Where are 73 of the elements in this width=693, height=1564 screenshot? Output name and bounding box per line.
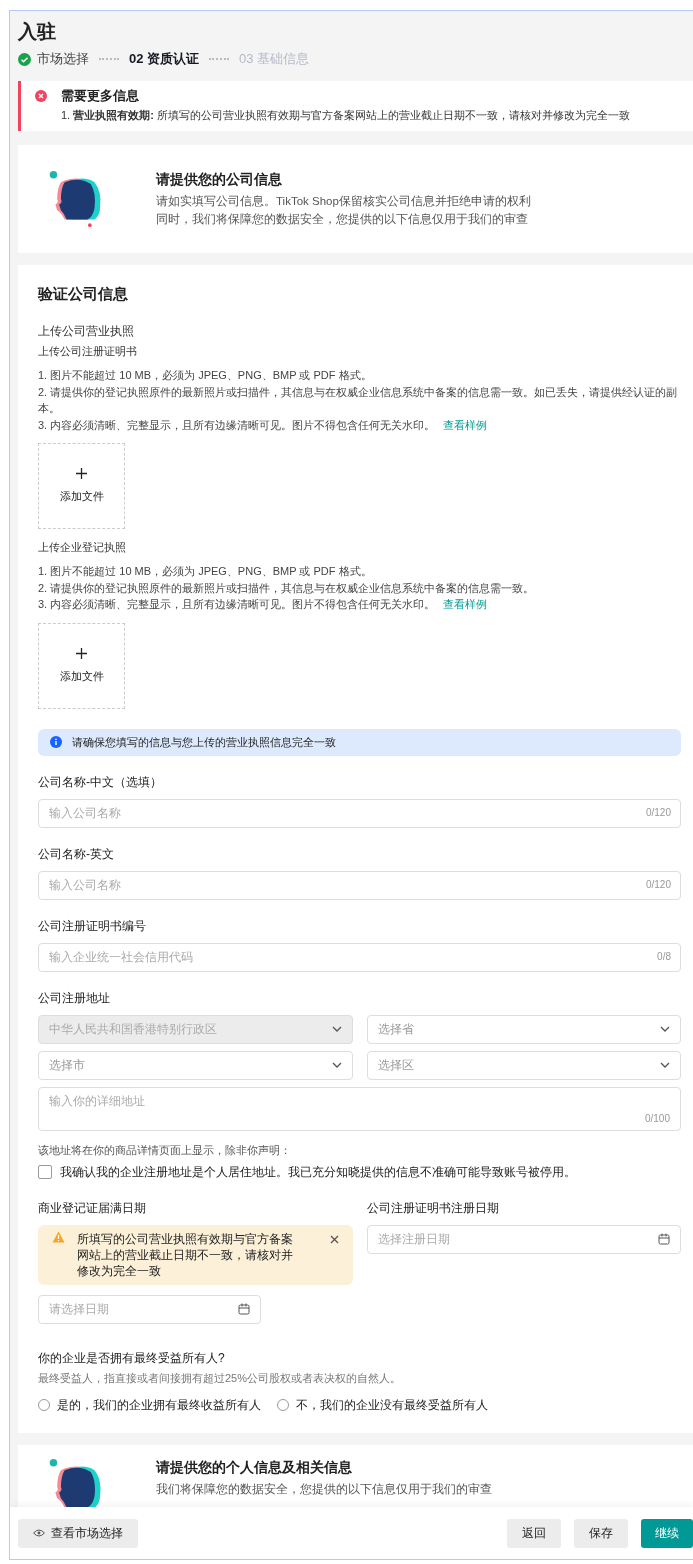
card-description: 我们将保障您的数据安全，您提供的以下信息仅用于我们的审查	[156, 1481, 492, 1497]
upload-rule: 2. 请提供你的登记执照原件的最新照片或扫描件，其信息与在权威企业信息系统中备案的信息需一致。如已丢失，请提供经认证的副本。	[38, 384, 679, 416]
question-label: 你的企业是否拥有最终受益所有人?	[38, 1349, 226, 1367]
view-sample-link[interactable]: 查看样例	[443, 598, 488, 610]
select-placeholder: 选择区	[377, 1057, 414, 1073]
field-label: 公司名称-英文	[38, 845, 115, 863]
field-label: 公司注册证明书编号	[38, 917, 147, 935]
checkbox-label: 我确认我的企业注册地址是个人居住地址。我已充分知晓提供的信息不准确可能导致账号被停用。	[60, 1164, 576, 1180]
error-icon	[35, 90, 47, 102]
step-label: 市场选择	[37, 50, 89, 68]
view-market-button[interactable]: 查看市场选择	[18, 1518, 138, 1548]
add-file-button[interactable]: 添加文件	[38, 443, 125, 529]
view-sample-link[interactable]: 查看样例	[443, 418, 488, 431]
character-counter: 0/100	[644, 1112, 670, 1124]
footer-button[interactable]: 返回	[507, 1518, 561, 1548]
eye-icon	[33, 1529, 45, 1537]
alert-title: 需要更多信息	[61, 87, 140, 105]
card-title: 请提供您的公司信息	[156, 170, 283, 189]
address-note: 该地址将在你的商品详情页面上显示，除非你声明：	[38, 1142, 292, 1158]
chevron-down-icon	[331, 1062, 342, 1068]
question-hint: 最终受益人，指直接或者间接拥有超过25%公司股权或者表决权的自然人。	[38, 1370, 403, 1386]
upload-heading: 上传公司营业执照	[38, 324, 135, 339]
step-label: 03 基础信息	[239, 50, 310, 68]
radio-label: 不，我们的企业没有最终受益所有人	[296, 1397, 488, 1413]
radio-label: 是的，我们的企业拥有最终收益所有人	[57, 1397, 261, 1413]
card-title: 请提供您的个人信息及相关信息	[156, 1458, 353, 1477]
page-title: 入驻	[18, 20, 57, 44]
upload-label: 上传公司注册证明书	[38, 345, 138, 359]
info-text: 请确保您填写的信息与您上传的营业执照信息完全一致	[72, 734, 336, 750]
close-icon[interactable]	[329, 1234, 339, 1244]
chevron-down-icon	[660, 1062, 670, 1068]
upload-rule: 3. 内容必须清晰、完整显示，且所有边缘清晰可见。图片不得包含任何无关水印。 查看样例	[38, 597, 489, 612]
calendar-icon	[238, 1303, 250, 1315]
upload-rule: 3. 内容必须清晰、完整显示，且所有边缘清晰可见。图片不得包含任何无关水印。 查看样例	[38, 417, 489, 433]
field-label: 公司注册地址	[38, 989, 111, 1007]
date-field[interactable]: 选择注册日期	[366, 1224, 681, 1254]
section-title: 验证公司信息	[38, 285, 129, 304]
field-label: 公司注册证明书注册日期	[366, 1199, 500, 1217]
field-label: 商业登记证届满日期	[38, 1199, 147, 1217]
plus-icon	[76, 468, 87, 479]
address-textarea[interactable]: 输入你的详细地址 0/100	[38, 1086, 681, 1131]
character-counter: 0/120	[645, 878, 671, 890]
upload-rule: 1. 图片不能超过 10 MB，必须为 JPEG、PNG、BMP 或 PDF 格式。	[38, 368, 373, 383]
footer-button[interactable]: 保存	[574, 1518, 628, 1548]
character-counter: 0/8	[657, 950, 671, 962]
step-label: 02 资质认证	[129, 50, 200, 68]
select-field[interactable]: 选择区	[366, 1050, 681, 1080]
checkbox[interactable]	[38, 1165, 52, 1179]
chevron-down-icon	[660, 1026, 670, 1032]
select-placeholder: 选择市	[49, 1057, 85, 1073]
upload-rule: 2. 请提供你的登记执照原件的最新照片或扫描件，其信息与在权威企业信息系统中备案的信息需一致。	[38, 580, 536, 596]
plus-icon	[76, 647, 87, 659]
alert-message: 1. 营业执照有效期: 所填写的公司营业执照有效期与官方备案网站上的营业截止日期不一致，请核对并修改为完全一致	[61, 108, 630, 123]
select-value: 中华人民共和国香港特别行政区	[49, 1021, 217, 1037]
step-connector	[209, 58, 230, 60]
step-connector	[99, 58, 119, 60]
card-description: 请如实填写公司信息。TikTok Shop保留核实公司信息并拒绝申请的权利	[156, 193, 531, 209]
add-file-button[interactable]: 添加文件	[38, 622, 125, 709]
select-field[interactable]: 选择市	[38, 1050, 353, 1080]
chevron-down-icon	[331, 1026, 342, 1032]
field-label: 公司名称-中文（选填）	[38, 773, 163, 791]
select-placeholder: 选择省	[377, 1021, 414, 1037]
warning-icon	[52, 1230, 65, 1243]
continue-button[interactable]: 继续	[641, 1518, 693, 1548]
calendar-icon	[658, 1233, 670, 1245]
upload-label: 上传企业登记执照	[38, 541, 127, 555]
date-field[interactable]: 请选择日期	[38, 1294, 261, 1324]
select-field[interactable]: 选择省	[366, 1014, 681, 1044]
card-description: 同时，我们将保障您的数据安全，您提供的以下信息仅用于我们的审查	[156, 211, 529, 227]
info-icon	[50, 736, 62, 748]
upload-rule: 1. 图片不能超过 10 MB，必须为 JPEG、PNG、BMP 或 PDF 格式。	[38, 564, 373, 579]
character-counter: 0/120	[645, 806, 671, 818]
warning-text: 所填写的公司营业执照有效期与官方备案网站上的营业截止日期不一致，请核对并修改为完全一致	[77, 1231, 294, 1279]
